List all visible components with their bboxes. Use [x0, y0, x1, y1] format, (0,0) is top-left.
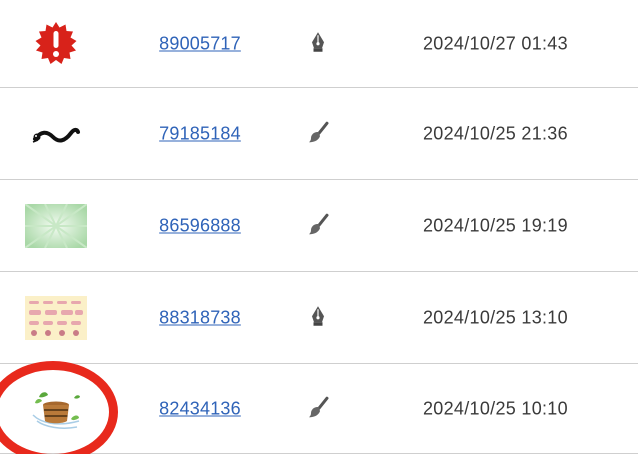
updated-date: 2024/10/25 19:19 [423, 215, 568, 235]
list-item: 79185184 2024/10/25 21:36 [0, 88, 638, 180]
illustration-id-link[interactable]: 79185184 [159, 123, 241, 144]
brush-icon [309, 213, 329, 234]
illustration-id-link[interactable]: 88318738 [159, 307, 241, 328]
wooden-bucket-leaves-icon[interactable] [22, 383, 90, 435]
updated-date: 2024/10/25 21:36 [423, 123, 568, 143]
pen-nib-icon [312, 305, 324, 326]
green-sunburst-thumbnail[interactable] [22, 200, 90, 252]
list-item: 89005717 2024/10/27 01:43 [0, 0, 638, 88]
red-exclamation-badge-icon[interactable] [22, 18, 90, 70]
black-eel-icon[interactable] [22, 108, 90, 160]
illustration-id-link[interactable]: 82434136 [159, 398, 241, 419]
brush-icon [309, 396, 329, 417]
updated-date: 2024/10/25 10:10 [423, 398, 568, 418]
updated-date: 2024/10/25 13:10 [423, 307, 568, 327]
list-item: 88318738 2024/10/25 13:10 [0, 272, 638, 364]
pink-ribbon-grid-thumbnail[interactable] [22, 292, 90, 344]
illustration-id-link[interactable]: 89005717 [159, 33, 241, 54]
brush-icon [309, 121, 329, 142]
list-item: 82434136 2024/10/25 10:10 [0, 364, 638, 454]
results-list: 89005717 2024/10/27 01:43 79185184 2024/… [0, 0, 638, 454]
list-item: 86596888 2024/10/25 19:19 [0, 180, 638, 272]
pen-nib-icon [312, 31, 324, 52]
illustration-id-link[interactable]: 86596888 [159, 215, 241, 236]
updated-date: 2024/10/27 01:43 [423, 33, 568, 53]
